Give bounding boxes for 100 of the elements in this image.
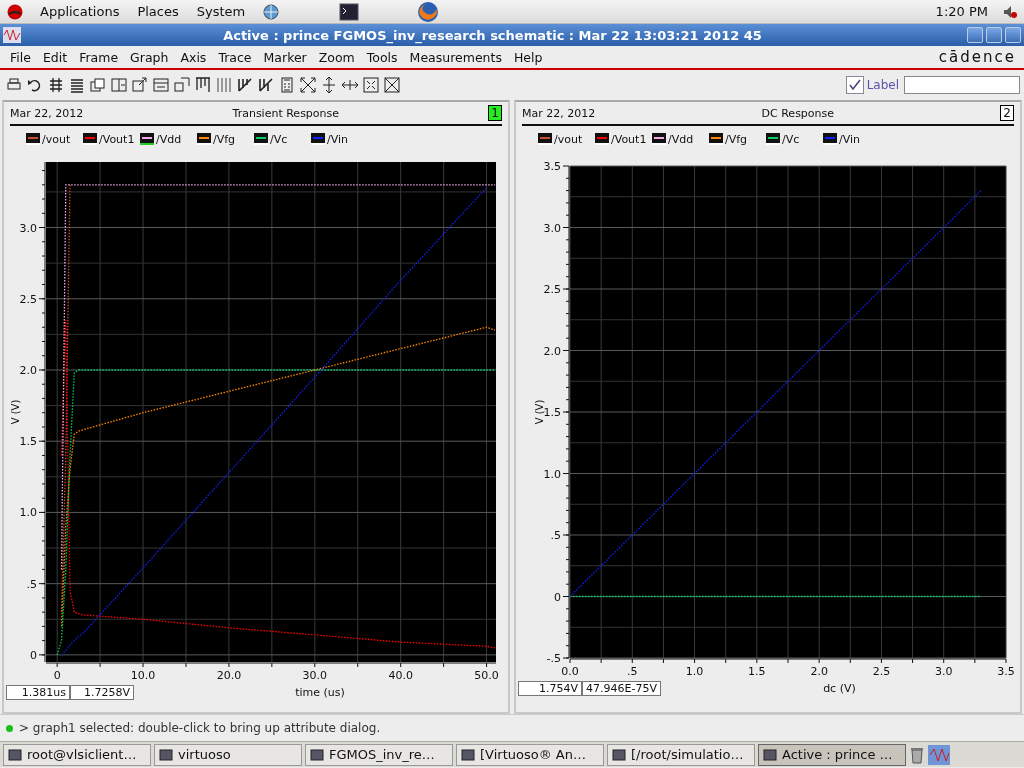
axis-tick-label: 2.5: [543, 283, 561, 296]
axis-tick-label: 3.0: [19, 221, 37, 235]
trace-label[interactable]: /Vin: [327, 132, 349, 146]
window-icon: [310, 747, 324, 762]
axis-tick-label: 0: [554, 590, 561, 604]
menu-item[interactable]: File: [4, 49, 37, 65]
trace-label[interactable]: /Vdd: [156, 132, 182, 146]
axis-tick-label: 1.0: [19, 506, 37, 520]
cursor-readout: 1.754V: [518, 680, 582, 696]
trash-icon[interactable]: [909, 745, 925, 764]
axis-tick-label: 3.5: [997, 665, 1015, 678]
crossed-bars-alt-icon: [257, 76, 275, 94]
window-arrow-button[interactable]: [130, 75, 150, 95]
trace-line[interactable]: [60, 184, 71, 613]
taskbar-button[interactable]: virtuoso: [154, 743, 302, 766]
axis-tick-label: 20.0: [216, 669, 242, 682]
menu-item[interactable]: Frame: [73, 49, 125, 65]
window-corner-button[interactable]: [172, 75, 192, 95]
panel-menu[interactable]: Places: [135, 4, 181, 19]
maximize-button[interactable]: [986, 27, 1002, 43]
axis-tick-label: 3.0: [543, 221, 561, 235]
axis-tick-label: 1.0: [685, 665, 704, 678]
taskbar-button[interactable]: root@vlsiclient…: [3, 743, 151, 766]
graph-number[interactable]: 2: [1000, 105, 1014, 121]
graph-panel[interactable]: Mar 22, 2012 Transient Response 1 /vout /Vout1 /Vdd /Vfg /Vc /Vin 0 .5 1.0 1.5 2.0 2.5 3.0 0 10.0 20.0 30.0 40.0 50.0 V (V) 1.381us 1.7258V time (us): [2, 100, 510, 714]
axis-tick-label: 3.5: [543, 160, 561, 173]
menu-item[interactable]: Help: [507, 49, 549, 65]
panel-menu[interactable]: Applications: [38, 4, 122, 19]
graph-panel[interactable]: Mar 22, 2012 DC Response 2 /vout /Vout1 /Vdd /Vfg /Vc /Vin -.5 0 .5 1.0 1.5 2.0 2.5 3.0 3.5 0.0 .5 1.0 1.5 2.0 2.5 3.0 3.5 V (V) 1.754V 47.946E-75V dc (V): [514, 100, 1022, 714]
fit-corners-button[interactable]: [361, 75, 381, 95]
trace-swatch[interactable]: [140, 133, 154, 145]
split-window-button[interactable]: [109, 75, 129, 95]
browser-globe-icon[interactable]: [417, 0, 440, 23]
stacked-windows-button[interactable]: [88, 75, 108, 95]
menu-item[interactable]: Marker: [257, 49, 313, 65]
menu-item[interactable]: Edit: [36, 49, 74, 65]
axis-tick-label: 30.0: [302, 669, 328, 682]
taskbar-button[interactable]: Active : prince …: [758, 743, 906, 766]
taskbar-button[interactable]: [Virtuoso® An…: [456, 743, 604, 766]
axis-tick-label: 1.0: [543, 467, 561, 481]
axis-tick-label: .5: [627, 665, 638, 678]
taskbar-button[interactable]: [/root/simulatio…: [607, 743, 755, 766]
panel-menu[interactable]: System: [194, 4, 248, 19]
clock[interactable]: 1:20 PM: [935, 4, 988, 19]
terminal-icon[interactable]: [339, 2, 360, 21]
crossed-box-icon: [383, 76, 401, 94]
label-field[interactable]: [904, 76, 1020, 94]
stacked-windows-icon: [89, 76, 107, 94]
trace-line[interactable]: [569, 595, 982, 598]
trace-label[interactable]: /Vc: [782, 132, 800, 146]
trace-label[interactable]: /vout: [42, 132, 71, 146]
trace-label[interactable]: /Vfg: [725, 132, 748, 146]
axis-tick-label: 1.5: [748, 665, 766, 678]
trace-label[interactable]: /Vout1: [611, 132, 647, 146]
menu-item[interactable]: Axis: [174, 49, 213, 65]
waveform-icon[interactable]: [928, 744, 950, 765]
axis-tick-label: 0: [30, 648, 37, 662]
axis-tick-label: 2.5: [19, 292, 37, 306]
graph-number[interactable]: 1: [488, 105, 502, 121]
trace-label[interactable]: /vout: [554, 132, 583, 146]
close-button[interactable]: [1005, 27, 1021, 43]
taskbar-button[interactable]: FGMOS_inv_re…: [305, 743, 453, 766]
trace-label[interactable]: /Vin: [839, 132, 861, 146]
fit-corners-icon: [362, 76, 380, 94]
axis-title: dc (V): [822, 681, 857, 695]
checkbox-label: Label: [866, 78, 899, 92]
window-arrow-icon: [131, 76, 149, 94]
window-bar-button[interactable]: [151, 75, 171, 95]
split-window-icon: [110, 76, 128, 94]
menu-item[interactable]: Graph: [124, 49, 175, 65]
trace-label[interactable]: /Vdd: [668, 132, 694, 146]
globe-icon[interactable]: [261, 2, 282, 21]
expand-arrows-button[interactable]: [298, 75, 318, 95]
trace-label[interactable]: /Vc: [270, 132, 288, 146]
menu-item[interactable]: Measurements: [403, 49, 508, 65]
logo-text: cādence: [938, 48, 1017, 66]
axis-tick-label: 0.0: [561, 665, 579, 678]
waveform-icon[interactable]: [3, 27, 21, 43]
window-icon: [461, 747, 475, 762]
axis-title: V (V): [10, 399, 21, 425]
axis-tick-label: 3.0: [934, 665, 953, 678]
axis-tick-label: 50.0: [474, 669, 499, 682]
menu-item[interactable]: Zoom: [312, 49, 361, 65]
bar-marks-button[interactable]: [193, 75, 213, 95]
cursor-readout: 47.946E-75V: [582, 680, 661, 696]
trace-label[interactable]: /Vout1: [99, 132, 135, 146]
axis-tick-label: 2.0: [810, 665, 828, 678]
axis-tick-label: 40.0: [388, 669, 413, 682]
crossed-box-button[interactable]: [382, 75, 402, 95]
menu-item[interactable]: Trace: [212, 49, 258, 65]
axis-tick-label: 2.5: [872, 665, 891, 678]
graph-title: Transient Response: [231, 106, 341, 120]
trace-label[interactable]: /Vfg: [213, 132, 236, 146]
minimize-button[interactable]: [967, 27, 983, 43]
label-checkbox[interactable]: [845, 76, 864, 94]
expand-arrows-icon: [299, 76, 317, 94]
axis-tick-label: 0: [53, 669, 61, 682]
menu-item[interactable]: Tools: [360, 49, 404, 65]
window-corner-icon: [173, 76, 191, 94]
graph-date: Mar 22, 2012: [522, 106, 596, 120]
